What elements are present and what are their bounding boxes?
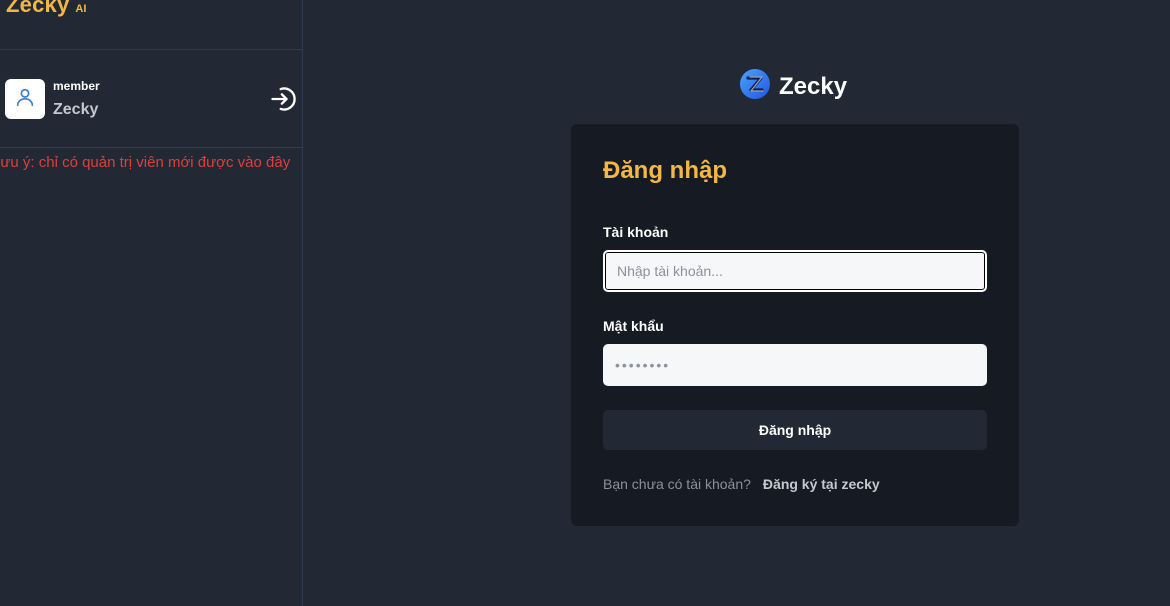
password-placeholder: •••••••• <box>615 357 671 373</box>
user-icon <box>14 86 36 113</box>
signup-prompt: Bạn chưa có tài khoản? <box>603 476 751 492</box>
logo: Zecky <box>739 68 847 105</box>
brand-suffix: AI <box>75 3 87 15</box>
sidebar-brand[interactable]: Zecky AI <box>6 0 86 18</box>
account-input[interactable]: Nhập tài khoản... <box>603 250 987 292</box>
sidebar: Zecky AI member Zecky Lưu ý: chỉ có quản… <box>0 0 303 606</box>
brand-name: Zecky <box>6 0 70 17</box>
admin-notice: Lưu ý: chỉ có quản trị viên mới được vào… <box>0 154 291 171</box>
sidebar-divider <box>0 147 302 148</box>
signup-link[interactable]: Đăng ký tại zecky <box>763 476 880 492</box>
user-name: Zecky <box>53 101 99 118</box>
password-label: Mật khẩu <box>603 318 664 334</box>
user-card: member Zecky <box>5 78 297 122</box>
signup-row: Bạn chưa có tài khoản? Đăng ký tại zecky <box>603 476 880 492</box>
zecky-logo-icon <box>739 68 771 105</box>
avatar[interactable] <box>5 79 45 119</box>
app-root: Zecky AI member Zecky Lưu ý: chỉ có quản… <box>0 0 1170 606</box>
account-placeholder: Nhập tài khoản... <box>617 263 723 279</box>
account-label: Tài khoản <box>603 224 669 240</box>
user-role: member <box>53 79 100 93</box>
login-button[interactable]: Đăng nhập <box>603 410 987 450</box>
sign-in-button[interactable] <box>268 86 298 116</box>
logo-text: Zecky <box>779 72 848 100</box>
sign-in-icon <box>269 85 297 118</box>
login-title: Đăng nhập <box>603 157 727 184</box>
login-card: Đăng nhập Tài khoản Nhập tài khoản... Mậ… <box>571 124 1019 526</box>
sidebar-divider <box>0 49 302 50</box>
password-input[interactable]: •••••••• <box>603 344 987 386</box>
